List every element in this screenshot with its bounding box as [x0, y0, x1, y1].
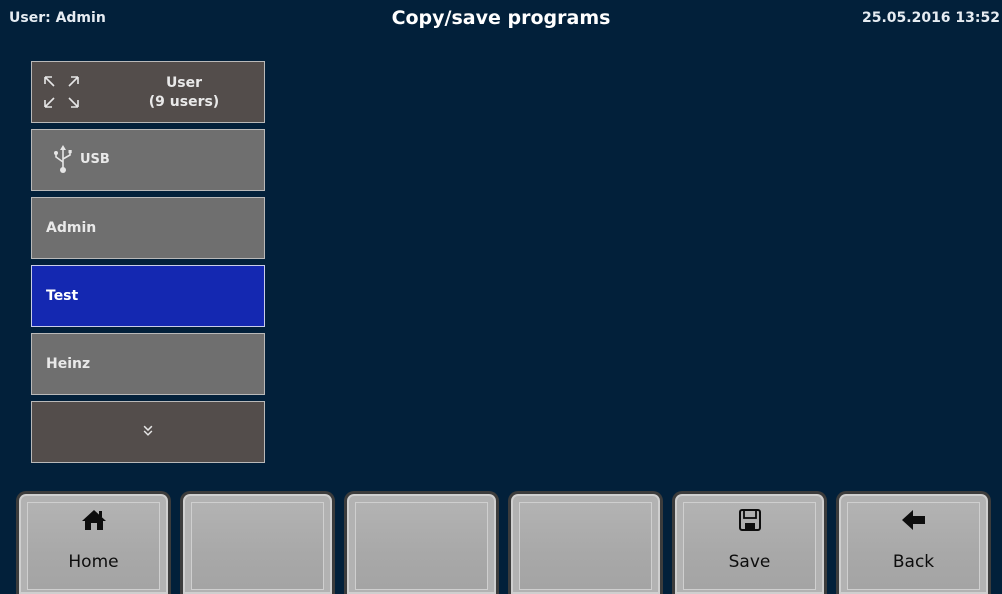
home-label: Home	[68, 552, 119, 572]
scroll-down-button[interactable]	[31, 401, 265, 463]
user-item-test[interactable]: Test	[31, 265, 265, 327]
home-icon	[81, 510, 106, 530]
usb-label: USB	[80, 152, 110, 167]
usb-icon	[54, 145, 72, 173]
function-key-3[interactable]	[344, 491, 499, 594]
function-key-4[interactable]	[508, 491, 663, 594]
usb-button[interactable]: USB	[31, 129, 265, 191]
page-title: Copy/save programs	[391, 7, 611, 29]
floppy-disk-icon	[738, 509, 761, 531]
user-item-label: Admin	[46, 220, 97, 236]
user-item-admin[interactable]: Admin	[31, 197, 265, 259]
back-label: Back	[892, 552, 935, 572]
chevron-double-down-icon	[143, 425, 153, 436]
function-key-2[interactable]	[180, 491, 335, 594]
user-group-title: User	[165, 75, 203, 91]
save-button[interactable]: Save	[672, 491, 827, 594]
user-item-label: Heinz	[46, 356, 91, 372]
save-label: Save	[728, 552, 771, 572]
user-group-button[interactable]: User (9 users)	[31, 61, 265, 123]
home-button[interactable]: Home	[16, 491, 171, 594]
function-key-bar: Home Save Back	[0, 483, 1002, 594]
back-button[interactable]: Back	[836, 491, 991, 594]
header-bar: User: Admin Copy/save programs 25.05.201…	[0, 0, 1002, 40]
user-item-heinz[interactable]: Heinz	[31, 333, 265, 395]
user-item-label: Test	[46, 288, 79, 304]
datetime-label: 25.05.2016 13:52	[861, 10, 1000, 26]
user-count-label: (9 users)	[148, 94, 220, 110]
arrow-left-icon	[901, 510, 925, 530]
expand-arrows-icon	[44, 76, 79, 108]
